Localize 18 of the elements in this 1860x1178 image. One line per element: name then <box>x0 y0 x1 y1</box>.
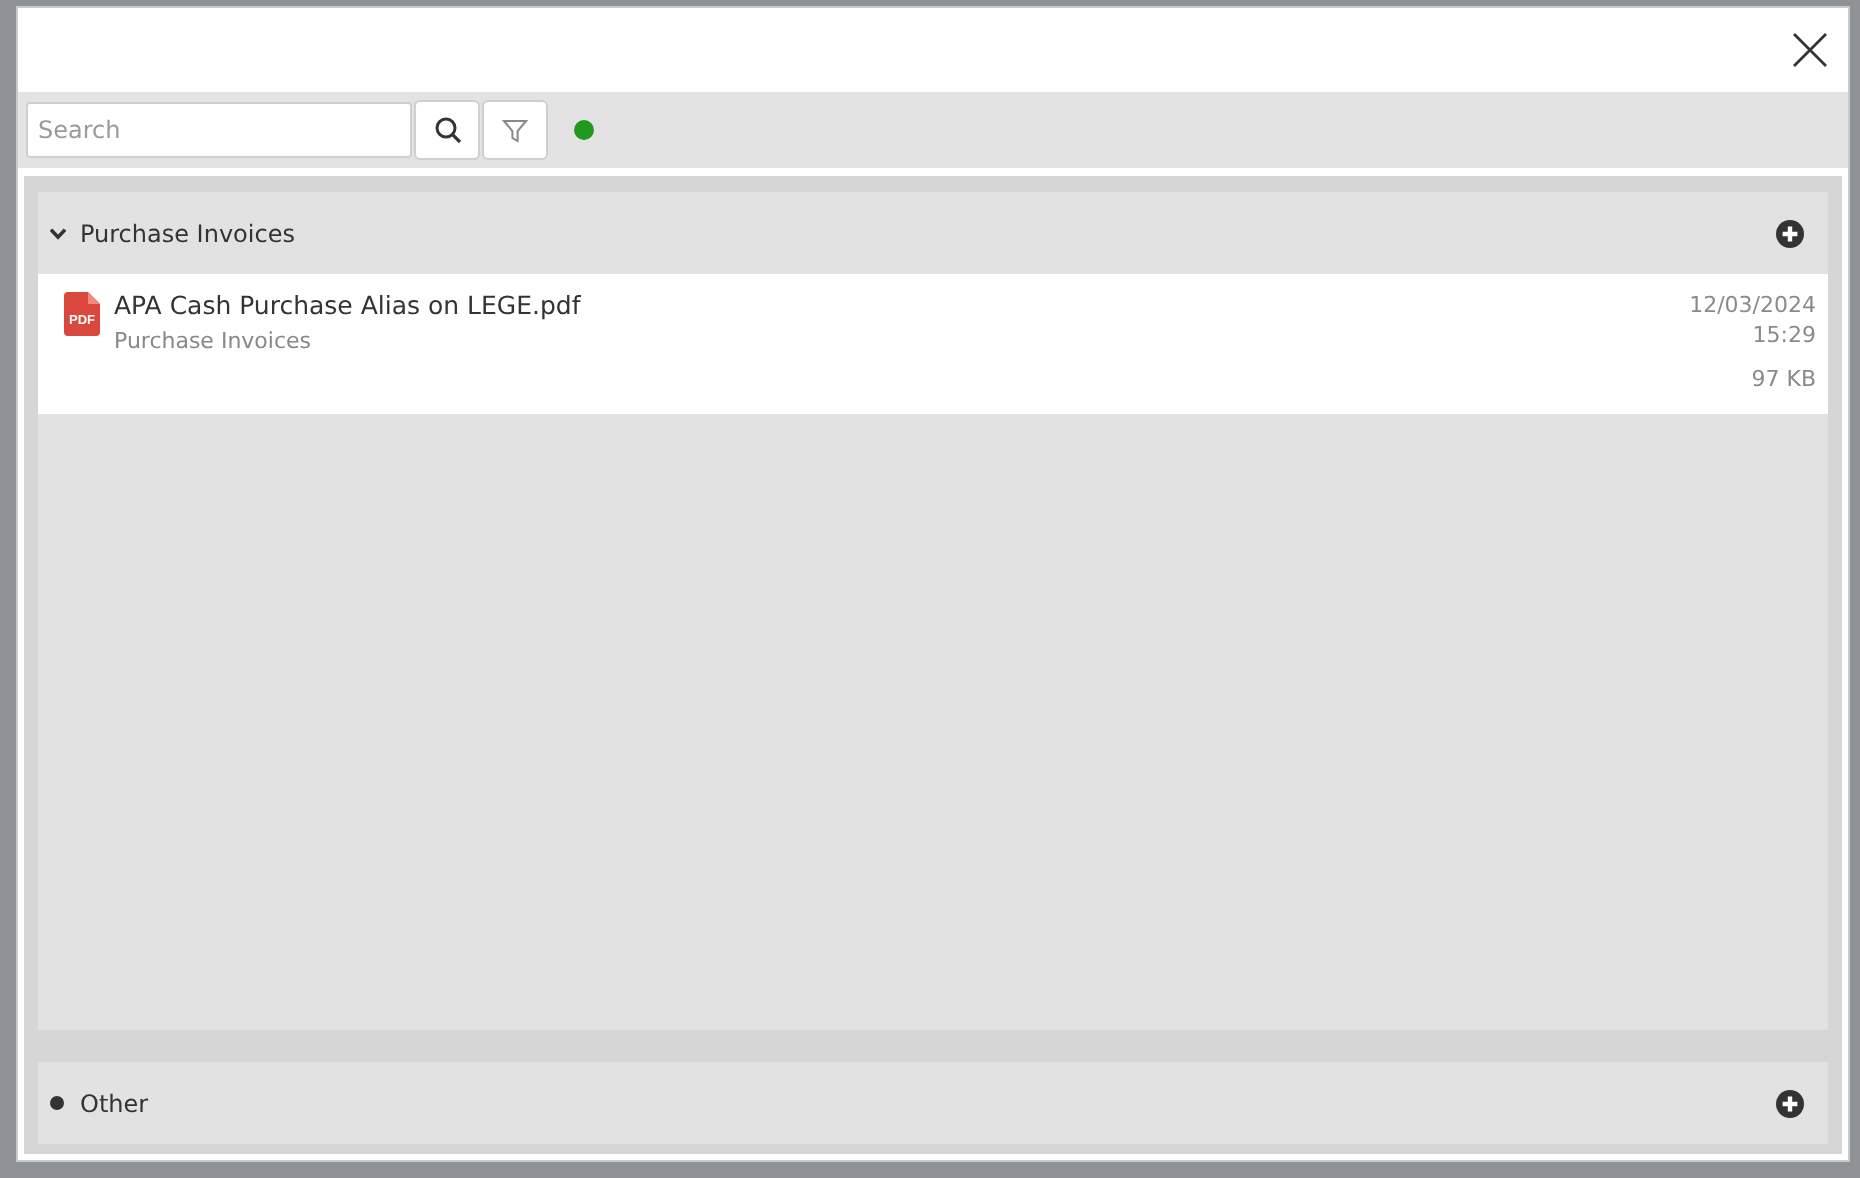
caret-icon <box>50 227 66 239</box>
search-field[interactable]: Search <box>26 102 412 158</box>
file-time: 15:29 <box>1752 320 1816 350</box>
add-icon[interactable] <box>1776 1089 1804 1117</box>
file-date: 12/03/2024 <box>1689 290 1816 320</box>
file-category: Purchase Invoices <box>114 328 312 354</box>
close-icon[interactable] <box>1792 32 1828 68</box>
group-title: Other <box>80 1089 151 1117</box>
group-header[interactable]: Purchase Invoices <box>38 192 1828 274</box>
bullet-icon <box>50 1096 66 1110</box>
funnel-icon <box>502 117 528 143</box>
file-size: 97 KB <box>1751 364 1816 394</box>
search-button[interactable] <box>414 100 480 160</box>
group-title: Purchase Invoices <box>80 219 297 247</box>
search-icon <box>433 116 461 144</box>
file-name: APA Cash Purchase Alias on LEGE.pdf <box>114 290 581 320</box>
add-icon[interactable] <box>1776 219 1804 247</box>
group-header[interactable]: Other <box>38 1062 1828 1144</box>
